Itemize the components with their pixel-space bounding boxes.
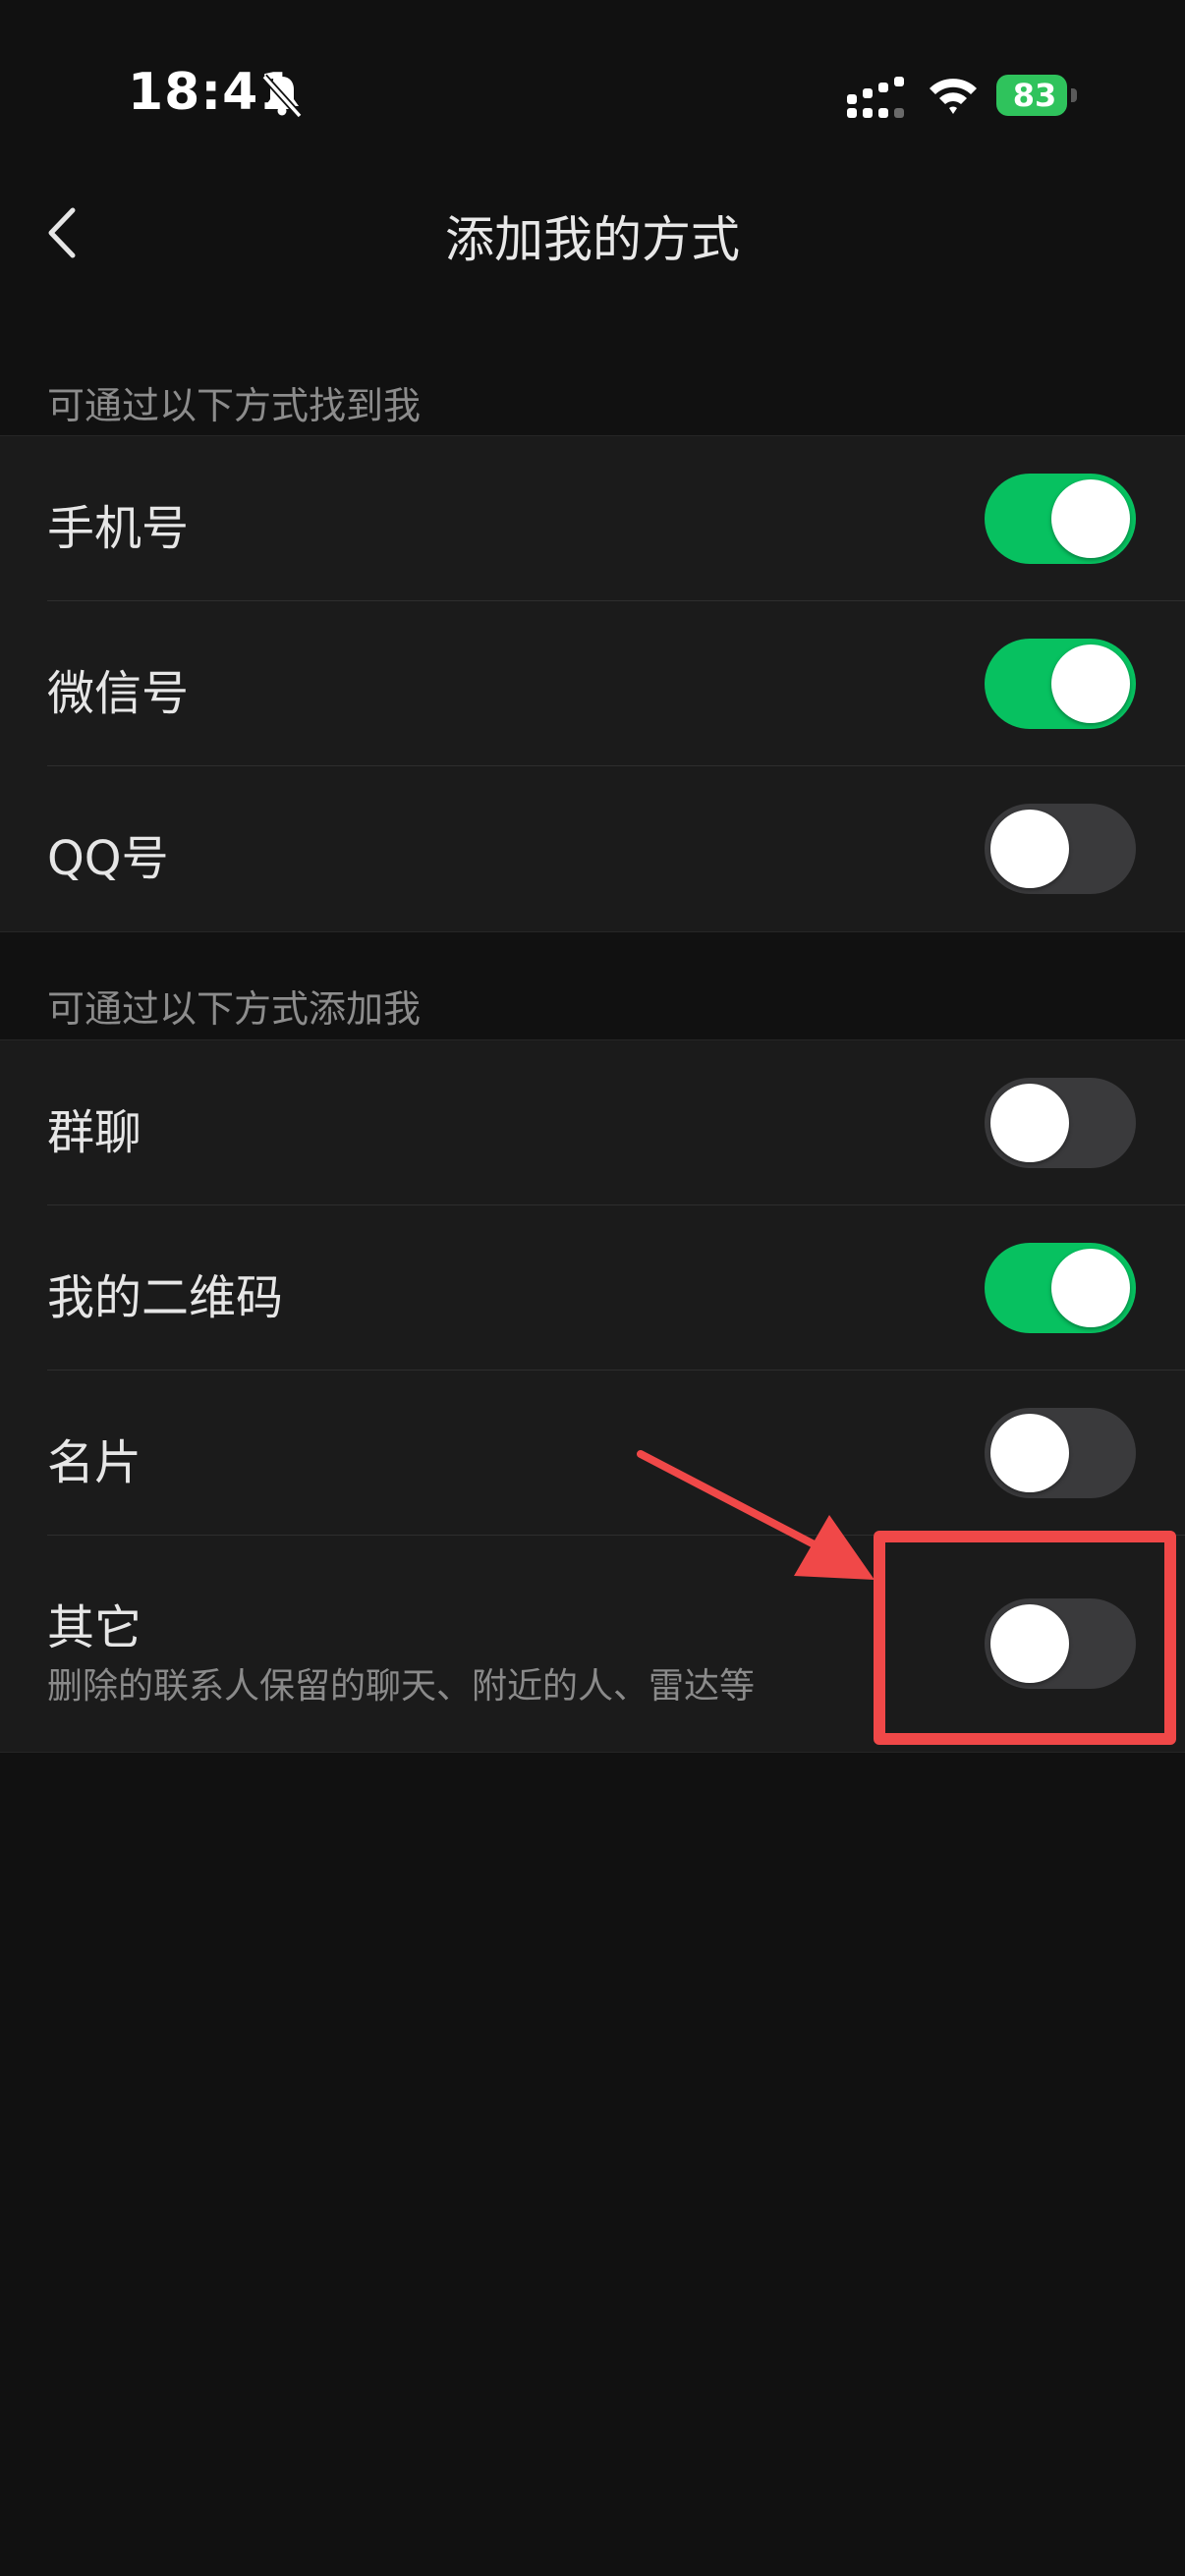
section-header-add-me: 可通过以下方式添加我 xyxy=(47,987,422,1031)
setting-label: 其它 xyxy=(47,1600,142,1655)
nav-bar: 添加我的方式 xyxy=(0,177,1185,285)
wifi-icon xyxy=(930,79,977,114)
find-me-group: 手机号 微信号 QQ号 xyxy=(0,435,1185,932)
battery-level: 83 xyxy=(1012,77,1057,114)
setting-row-business-card[interactable]: 名片 xyxy=(0,1371,1185,1536)
annotation-highlight-box xyxy=(874,1531,1176,1745)
setting-row-qq[interactable]: QQ号 xyxy=(0,766,1185,931)
toggle-qq[interactable] xyxy=(985,804,1136,894)
page-title: 添加我的方式 xyxy=(445,211,740,268)
annotation-arrow xyxy=(637,1450,875,1580)
setting-row-phone[interactable]: 手机号 xyxy=(0,436,1185,601)
status-bar: 18:41 83 xyxy=(0,0,1185,177)
setting-label: 手机号 xyxy=(47,501,190,556)
setting-row-qr-code[interactable]: 我的二维码 xyxy=(0,1205,1185,1371)
bell-slash-icon xyxy=(261,74,303,119)
battery-charging-icon: 83 xyxy=(996,75,1081,116)
setting-label: QQ号 xyxy=(47,831,169,886)
setting-row-wechat-id[interactable]: 微信号 xyxy=(0,601,1185,766)
setting-label: 我的二维码 xyxy=(47,1270,284,1325)
setting-label: 名片 xyxy=(47,1435,142,1490)
toggle-wechat-id[interactable] xyxy=(985,639,1136,729)
toggle-qr-code[interactable] xyxy=(985,1243,1136,1333)
toggle-phone[interactable] xyxy=(985,474,1136,564)
section-header-find-me: 可通过以下方式找到我 xyxy=(47,384,422,427)
setting-label: 微信号 xyxy=(47,666,190,721)
toggle-group-chat[interactable] xyxy=(985,1078,1136,1168)
toggle-business-card[interactable] xyxy=(985,1408,1136,1498)
setting-sublabel: 删除的联系人保留的聊天、附近的人、雷达等 xyxy=(47,1666,756,1707)
setting-row-group-chat[interactable]: 群聊 xyxy=(0,1040,1185,1205)
signal-icon xyxy=(847,77,904,118)
setting-label: 群聊 xyxy=(47,1105,142,1160)
